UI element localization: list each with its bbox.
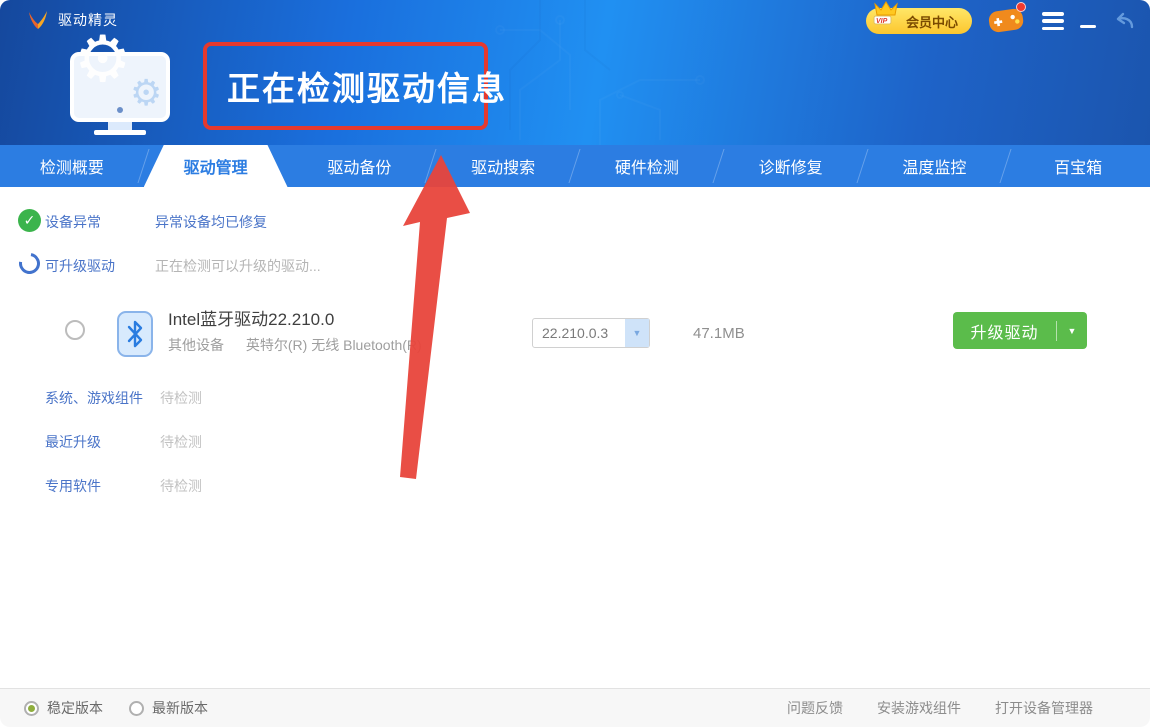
- notification-dot: [1016, 2, 1026, 12]
- category-label[interactable]: 专用软件: [45, 476, 101, 496]
- category-row-system-game: 系统、游戏组件 待检测: [0, 388, 600, 408]
- svg-text:VIP: VIP: [876, 18, 888, 25]
- menu-button[interactable]: [1042, 12, 1064, 30]
- minimize-button[interactable]: [1080, 12, 1096, 30]
- driver-select-radio[interactable]: [65, 320, 85, 340]
- loading-spinner-icon: [15, 249, 44, 278]
- tab-driver-search[interactable]: 驱动搜索: [431, 145, 575, 187]
- tab-diagnose-repair[interactable]: 诊断修复: [719, 145, 863, 187]
- open-device-manager-link[interactable]: 打开设备管理器: [995, 698, 1093, 718]
- tab-driver-backup[interactable]: 驱动备份: [288, 145, 432, 187]
- status-label[interactable]: 设备异常: [45, 212, 101, 232]
- titlebar-actions: VIP 会员中心: [866, 6, 1136, 36]
- category-status: 待检测: [160, 432, 202, 452]
- game-center-button[interactable]: [988, 6, 1026, 36]
- bluetooth-icon: [117, 311, 153, 357]
- status-detail: 异常设备均已修复: [155, 212, 267, 232]
- status-label[interactable]: 可升级驱动: [45, 256, 115, 276]
- driver-name: Intel蓝牙驱动22.210.0: [168, 305, 334, 330]
- status-row-device-exception: ✓ 设备异常 异常设备均已修复: [0, 209, 1150, 235]
- latest-version-radio[interactable]: 最新版本: [129, 698, 208, 718]
- version-value: 22.210.0.3: [533, 325, 625, 341]
- upgrade-button-label: 升级驱动: [953, 319, 1056, 343]
- tab-bar: 检测概要 驱动管理 驱动备份 驱动搜索 硬件检测 诊断修复 温度监控 百宝箱: [0, 145, 1150, 187]
- install-game-components-link[interactable]: 安装游戏组件: [877, 698, 961, 718]
- gear-large-icon: ⚙: [74, 28, 131, 92]
- feedback-link[interactable]: 问题反馈: [787, 698, 843, 718]
- app-window: 驱动精灵 VIP 会员中心: [0, 0, 1150, 727]
- footer-links: 问题反馈 安装游戏组件 打开设备管理器: [787, 698, 1093, 718]
- driver-size: 47.1MB: [693, 325, 745, 342]
- tab-toolbox[interactable]: 百宝箱: [1006, 145, 1150, 187]
- radio-unselected-icon[interactable]: [129, 701, 144, 716]
- chevron-down-icon[interactable]: ▼: [625, 319, 649, 347]
- undo-arrow-icon[interactable]: [1112, 11, 1136, 31]
- annotation-highlight-box: 正在检测驱动信息: [203, 42, 488, 130]
- vip-crown-icon: VIP: [870, 0, 902, 26]
- gear-small-icon: ⚙: [130, 76, 162, 112]
- category-row-dedicated-software: 专用软件 待检测: [0, 476, 600, 496]
- logo-bird-icon: [26, 8, 50, 32]
- vip-label: 会员中心: [906, 12, 958, 31]
- driver-subinfo: 其他设备 英特尔(R) 无线 Bluetooth(R): [168, 335, 422, 355]
- stable-version-radio[interactable]: 稳定版本: [24, 698, 103, 718]
- radio-selected-icon[interactable]: [24, 701, 39, 716]
- status-detail: 正在检测可以升级的驱动...: [155, 256, 321, 276]
- category-status: 待检测: [160, 388, 202, 408]
- app-header: 驱动精灵 VIP 会员中心: [0, 0, 1150, 145]
- check-circle-icon: ✓: [18, 209, 41, 232]
- footer-bar: 稳定版本 最新版本 问题反馈 安装游戏组件 打开设备管理器: [0, 688, 1150, 727]
- status-row-upgradable-drivers: 可升级驱动 正在检测可以升级的驱动...: [0, 253, 1150, 279]
- driver-device: 英特尔(R) 无线 Bluetooth(R): [246, 337, 422, 353]
- category-label[interactable]: 最近升级: [45, 432, 101, 452]
- main-content: ✓ 设备异常 异常设备均已修复 可升级驱动 正在检测可以升级的驱动... Int…: [0, 187, 1150, 688]
- version-options: 稳定版本 最新版本: [24, 698, 208, 718]
- upgrade-options-caret-icon[interactable]: ▼: [1057, 326, 1087, 336]
- version-select[interactable]: 22.210.0.3 ▼: [532, 318, 650, 348]
- tab-temperature-monitor[interactable]: 温度监控: [863, 145, 1007, 187]
- tab-detect-overview[interactable]: 检测概要: [0, 145, 144, 187]
- category-row-recent-upgrade: 最近升级 待检测: [0, 432, 600, 452]
- tab-driver-management[interactable]: 驱动管理: [144, 145, 288, 187]
- driver-category: 其他设备: [168, 337, 224, 353]
- category-label[interactable]: 系统、游戏组件: [45, 388, 143, 408]
- tab-hardware-detect[interactable]: 硬件检测: [575, 145, 719, 187]
- upgrade-driver-button[interactable]: 升级驱动 ▼: [953, 312, 1087, 349]
- category-status: 待检测: [160, 476, 202, 496]
- vip-center-button[interactable]: VIP 会员中心: [866, 8, 972, 34]
- page-title: 正在检测驱动信息: [227, 62, 507, 110]
